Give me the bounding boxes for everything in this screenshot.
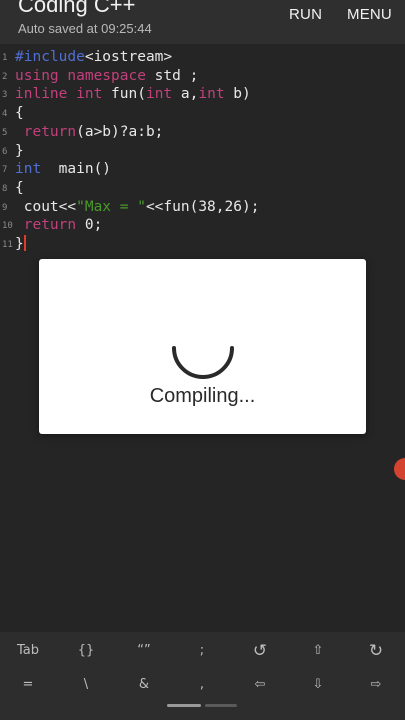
code-token: 0; [76, 217, 103, 234]
code-token: fun( [102, 86, 146, 103]
code-token: <<fun(38,26); [145, 198, 260, 215]
code-token: return [15, 217, 77, 234]
code-text: using namespace std ; [15, 67, 198, 86]
code-text: } [15, 142, 24, 161]
code-token: int [15, 161, 42, 178]
code-token: using namespace [15, 67, 146, 84]
menu-button[interactable]: MENU [347, 6, 392, 23]
app-bar: Coding C++ Auto saved at 09:25:44 RUN ME… [0, 0, 405, 44]
code-token: std ; [145, 67, 199, 84]
code-text: return 0; [15, 216, 103, 235]
code-token: main() [41, 161, 112, 178]
key-braces[interactable]: {} [66, 636, 106, 666]
code-token: (a>b)?a:b; [76, 123, 164, 140]
code-line[interactable]: 10 return 0; [0, 216, 405, 235]
key-backslash[interactable]: \ [66, 670, 106, 700]
line-number: 3 [2, 90, 8, 101]
code-line[interactable]: 7 int main() [0, 160, 405, 179]
code-token: inline int [15, 86, 103, 103]
line-number: 9 [2, 202, 8, 213]
code-line[interactable]: 8{ [0, 179, 405, 198]
code-token: int [145, 86, 173, 103]
line-number: 6 [2, 146, 8, 157]
code-text: inline int fun(int a,int b) [15, 85, 251, 104]
arrow-up-icon[interactable]: ⇧ [298, 636, 338, 666]
code-text: #include<iostream> [15, 48, 172, 67]
code-line[interactable]: 6} [0, 142, 405, 161]
code-text: { [15, 179, 24, 198]
key-ampersand[interactable]: & [124, 670, 164, 700]
run-button[interactable]: RUN [289, 6, 322, 23]
code-token: #include [15, 49, 85, 65]
redo-icon[interactable]: ↻ [356, 636, 396, 666]
code-line[interactable]: 1 #include<iostream> [0, 48, 405, 67]
app-title: Coding C++ [18, 0, 136, 17]
code-token: int [198, 86, 225, 103]
code-token: cout<< [15, 198, 77, 215]
line-number: 10 [2, 221, 13, 232]
arrow-down-icon[interactable]: ⇩ [298, 670, 338, 700]
key-comma[interactable]: , [182, 670, 222, 700]
code-token: { [15, 105, 24, 122]
loading-spinner-icon [172, 346, 234, 379]
code-text: { [15, 104, 24, 123]
line-number: 11 [2, 240, 13, 250]
autosave-status: Auto saved at 09:25:44 [18, 21, 152, 36]
code-token: return [15, 123, 77, 140]
key-semicolon[interactable]: ; [182, 636, 222, 666]
home-indicator [167, 704, 237, 707]
code-text: cout<<"Max = "<<fun(38,26); [15, 198, 260, 217]
code-token: } [15, 142, 24, 159]
code-token: } [15, 236, 24, 252]
code-line[interactable]: 4{ [0, 104, 405, 123]
key-quotes[interactable]: “” [124, 636, 164, 666]
line-number: 5 [2, 127, 8, 138]
arrow-right-icon[interactable]: ⇨ [356, 670, 396, 700]
line-number: 8 [2, 183, 8, 194]
code-line[interactable]: 11} [0, 235, 405, 254]
text-cursor [23, 235, 26, 251]
code-line[interactable]: 2 using namespace std ; [0, 67, 405, 86]
code-token: b) [224, 86, 251, 103]
code-token: "Max = " [76, 198, 146, 215]
code-line[interactable]: 3 inline int fun(int a,int b) [0, 85, 405, 104]
code-text: int main() [15, 160, 111, 179]
code-text: } [15, 235, 26, 254]
arrow-left-icon[interactable]: ⇦ [240, 670, 280, 700]
dialog-message: Compiling... [149, 385, 256, 407]
code-token: a, [172, 86, 199, 103]
line-number: 7 [2, 165, 8, 176]
code-text: return(a>b)?a:b; [15, 123, 164, 142]
line-number: 4 [2, 109, 8, 120]
line-number: 2 [2, 71, 8, 82]
line-number: 1 [2, 53, 8, 63]
key-equals[interactable]: = [8, 670, 48, 700]
code-token: { [15, 179, 24, 196]
code-line[interactable]: 9 cout<<"Max = "<<fun(38,26); [0, 198, 405, 217]
code-line[interactable]: 5 return(a>b)?a:b; [0, 123, 405, 142]
undo-icon[interactable]: ↺ [240, 636, 280, 666]
compiling-dialog: Compiling... [39, 259, 366, 434]
key-tab[interactable]: Tab [8, 636, 48, 666]
code-token: <iostream> [84, 49, 173, 65]
